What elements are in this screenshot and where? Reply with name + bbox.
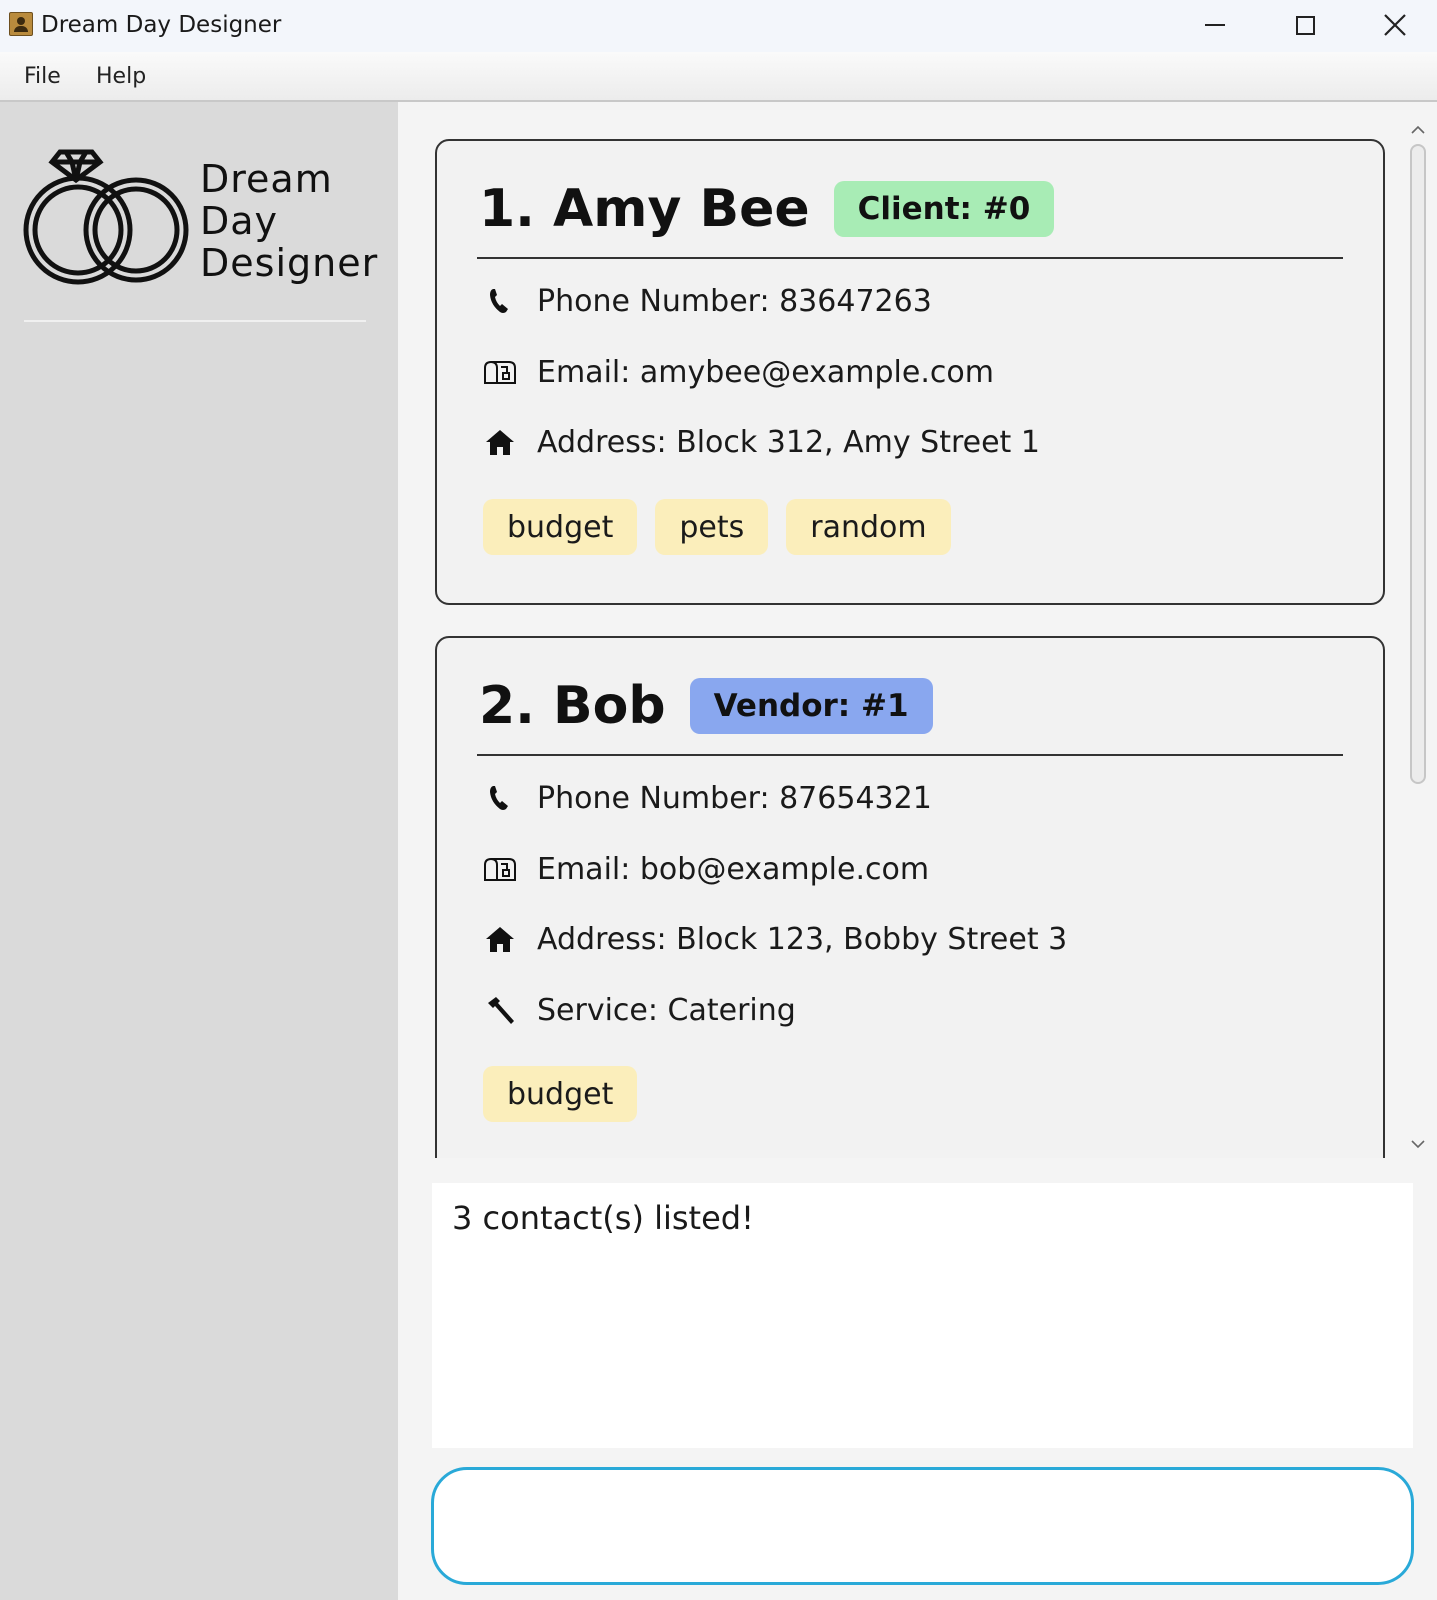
menu-bar: File Help	[0, 52, 1437, 102]
phone-icon	[483, 781, 517, 815]
contact-list[interactable]: 1. Amy Bee Client: #0 Phone Number: 8364…	[398, 102, 1437, 1158]
sidebar: Dream Day Designer	[0, 102, 398, 1600]
card-header: 2. Bob Vendor: #1	[479, 674, 933, 738]
tag-list: budget pets random	[483, 499, 951, 555]
close-button[interactable]	[1350, 0, 1437, 50]
chevron-up-icon	[1411, 125, 1425, 134]
contact-name: 1. Amy Bee	[479, 179, 810, 239]
address-text: Address: Block 312, Amy Street 1	[537, 424, 1040, 460]
close-icon	[1384, 14, 1406, 36]
command-box[interactable]	[431, 1467, 1414, 1585]
role-badge: Vendor: #1	[689, 678, 933, 734]
scroll-up-button[interactable]	[1408, 120, 1428, 140]
minimize-button[interactable]	[1170, 0, 1260, 50]
list-scrollbar[interactable]	[1404, 120, 1432, 1160]
result-display: 3 contact(s) listed!	[432, 1183, 1413, 1448]
tag: random	[786, 499, 951, 555]
mailbox-icon	[483, 852, 517, 886]
logo-text: Dream Day Designer	[200, 158, 378, 284]
address-row: Address: Block 123, Bobby Street 3	[483, 919, 1067, 959]
result-text: 3 contact(s) listed!	[452, 1199, 754, 1237]
window-title: Dream Day Designer	[41, 12, 282, 38]
tag: pets	[655, 499, 769, 555]
chevron-down-icon	[1411, 1140, 1425, 1149]
logo-line-designer: Designer	[200, 241, 379, 285]
phone-text: Phone Number: 83647263	[537, 283, 932, 319]
tag-list: budget	[483, 1066, 638, 1122]
contact-card[interactable]: 2. Bob Vendor: #1 Phone Number: 87654321…	[435, 636, 1385, 1158]
role-badge: Client: #0	[833, 181, 1055, 237]
address-book-icon	[9, 12, 33, 36]
email-text: Email: amybee@example.com	[537, 354, 994, 390]
service-text: Service: Catering	[537, 992, 796, 1028]
tag: budget	[483, 1066, 638, 1122]
address-text: Address: Block 123, Bobby Street 3	[537, 921, 1068, 957]
address-row: Address: Block 312, Amy Street 1	[483, 422, 1040, 462]
logo-line-day: Day	[200, 199, 279, 243]
menu-file[interactable]: File	[24, 64, 61, 89]
email-row: Email: amybee@example.com	[483, 352, 994, 392]
home-icon	[483, 425, 517, 459]
phone-icon	[483, 284, 517, 318]
mailbox-icon	[483, 355, 517, 389]
maximize-icon	[1295, 15, 1315, 35]
phone-text: Phone Number: 87654321	[537, 780, 932, 816]
service-row: Service: Catering	[483, 990, 796, 1030]
tag: budget	[483, 499, 638, 555]
contact-card[interactable]: 1. Amy Bee Client: #0 Phone Number: 8364…	[435, 139, 1385, 605]
phone-row: Phone Number: 83647263	[483, 281, 932, 321]
scroll-thumb[interactable]	[1410, 144, 1426, 784]
contact-name: 2. Bob	[479, 676, 666, 736]
wedding-rings-icon	[23, 149, 189, 285]
sidebar-divider	[24, 320, 366, 322]
card-header: 1. Amy Bee Client: #0	[479, 177, 1055, 241]
hammer-icon	[483, 993, 517, 1027]
card-divider	[477, 257, 1343, 259]
email-row: Email: bob@example.com	[483, 849, 929, 889]
menu-help[interactable]: Help	[96, 64, 146, 89]
title-bar: Dream Day Designer	[0, 0, 1437, 52]
phone-row: Phone Number: 87654321	[483, 778, 932, 818]
card-divider	[477, 754, 1343, 756]
logo-line-dream: Dream	[200, 157, 333, 201]
minimize-icon	[1205, 24, 1225, 26]
email-text: Email: bob@example.com	[537, 851, 930, 887]
home-icon	[483, 922, 517, 956]
maximize-button[interactable]	[1260, 0, 1350, 50]
scroll-down-button[interactable]	[1408, 1134, 1428, 1154]
command-input[interactable]	[458, 1500, 1388, 1554]
